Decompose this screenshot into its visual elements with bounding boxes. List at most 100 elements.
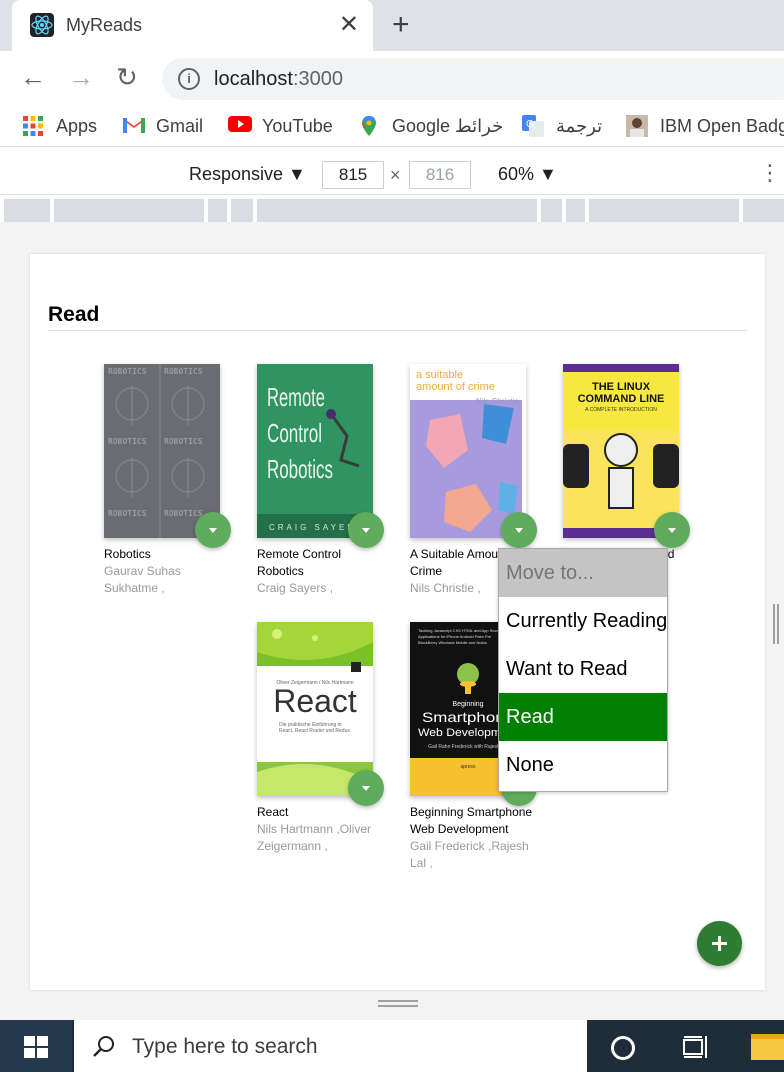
bookmarks-bar: Apps Gmail YouTube Google خرائط G ترجمة … — [0, 105, 784, 147]
menu-option-none[interactable]: None — [499, 741, 667, 789]
windows-taskbar: Type here to search — [0, 1020, 784, 1072]
ruler-segment[interactable] — [541, 199, 562, 222]
ibm-badge-icon — [626, 115, 648, 137]
tab-title: MyReads — [66, 15, 143, 35]
shelf-divider — [48, 330, 747, 331]
bookmark-ibm[interactable]: IBM Open Badg — [626, 113, 784, 139]
bookmark-label: IBM Open Badg — [660, 115, 784, 136]
bookmark-google-maps[interactable]: Google خرائط — [358, 113, 503, 139]
bookmark-label: Gmail — [156, 115, 204, 136]
youtube-icon — [228, 115, 252, 137]
svg-text:ROBOTICS: ROBOTICS — [164, 367, 203, 376]
ruler-segment[interactable] — [54, 199, 204, 222]
book-cover[interactable]: ROBOTICS ROBOTICS ROBOTICS ROBOTICS ROBOTI… — [104, 364, 220, 538]
svg-text:BlackBerry Windows Mobile and: BlackBerry Windows Mobile and Nokia — [418, 640, 487, 645]
windows-logo-icon — [24, 1036, 48, 1058]
menu-option-read[interactable]: Read — [499, 693, 667, 741]
media-query-ruler[interactable] — [0, 199, 784, 222]
back-icon[interactable]: ← — [20, 63, 46, 91]
svg-text:Remote: Remote — [267, 382, 325, 412]
taskbar-search-box[interactable]: Type here to search — [74, 1020, 587, 1072]
book-authors: Nils Hartmann ,Oliver Zeigermann , — [257, 822, 372, 853]
bookmark-label: ترجمة — [556, 115, 603, 136]
url-port: :3000 — [292, 68, 343, 90]
book-cover[interactable]: Oliver Zeigermann / Nils Hartmann React … — [257, 622, 373, 796]
tab-myreads[interactable]: MyReads ✕ — [12, 0, 373, 51]
close-icon[interactable]: ✕ — [339, 11, 359, 39]
add-book-button[interactable] — [697, 921, 742, 966]
shelf-changer-button[interactable] — [501, 512, 537, 548]
book-cover[interactable]: a suitable amount of crime Nils Christie — [410, 364, 526, 538]
svg-text:apress: apress — [460, 764, 476, 770]
ruler-segment[interactable] — [208, 199, 227, 222]
viewport-width-input[interactable]: 815 — [322, 161, 384, 189]
forward-icon[interactable]: → — [68, 63, 94, 91]
reload-icon[interactable]: ↻ — [116, 63, 138, 91]
apps-grid-icon — [22, 115, 44, 137]
svg-text:React: React — [273, 683, 357, 719]
svg-text:Beginning: Beginning — [452, 701, 483, 708]
ruler-segment[interactable] — [589, 199, 739, 222]
zoom-select[interactable]: 60% ▼ — [498, 164, 557, 185]
file-explorer-icon[interactable] — [751, 1034, 784, 1060]
google-maps-icon — [358, 115, 380, 137]
browser-toolbar: ← → ↻ i localhost:3000 — [0, 51, 784, 105]
book-robotics: ROBOTICS ROBOTICS ROBOTICS ROBOTICS ROBOTI… — [104, 364, 232, 604]
bookmark-label: Google خرائط — [392, 115, 504, 136]
shelf-changer-button[interactable] — [348, 512, 384, 548]
device-mode-select[interactable]: Responsive ▼ — [189, 164, 306, 185]
svg-text:Applications for iPhone Androi: Applications for iPhone Android Palm Pre — [418, 634, 492, 639]
shelf-select-menu[interactable]: Move to... Currently Reading Want to Rea… — [498, 548, 668, 792]
svg-text:Gail Rahn Frederick with Rajes: Gail Rahn Frederick with Rajesh Lal — [428, 744, 508, 750]
task-view-icon[interactable] — [683, 1036, 711, 1058]
cortana-icon[interactable] — [611, 1036, 635, 1060]
svg-text:ROBOTICS: ROBOTICS — [108, 509, 147, 518]
viewport-height-input[interactable]: 816 — [409, 161, 471, 189]
start-button[interactable] — [0, 1020, 72, 1072]
ruler-segment[interactable] — [566, 199, 585, 222]
bookmark-youtube[interactable]: YouTube — [228, 113, 333, 139]
svg-text:Nils Christie: Nils Christie — [476, 397, 519, 406]
shelf-changer-button[interactable] — [348, 770, 384, 806]
ruler-segment[interactable] — [231, 199, 253, 222]
svg-text:Tackling Javascript CSS HTML a: Tackling Javascript CSS HTML and App Sto… — [418, 628, 500, 633]
new-tab-button[interactable]: + — [392, 10, 410, 40]
shelf-changer-button[interactable] — [195, 512, 231, 548]
menu-option-currently-reading[interactable]: Currently Reading — [499, 597, 667, 645]
more-options-icon[interactable]: ⋮ — [759, 162, 781, 184]
svg-text:A COMPLETE INTRODUCTION: A COMPLETE INTRODUCTION — [585, 407, 657, 413]
ruler-segment[interactable] — [257, 199, 537, 222]
google-translate-icon: G — [522, 115, 544, 137]
bookmark-apps[interactable]: Apps — [22, 113, 97, 139]
menu-option-want-to-read[interactable]: Want to Read — [499, 645, 667, 693]
svg-text:G: G — [526, 119, 534, 130]
bookmark-translate[interactable]: G ترجمة — [522, 113, 602, 139]
ruler-segment[interactable] — [4, 199, 50, 222]
svg-text:COMMAND LINE: COMMAND LINE — [578, 393, 665, 405]
svg-text:Robotics: Robotics — [267, 454, 333, 484]
bottom-resize-handle[interactable] — [378, 1000, 418, 1010]
svg-text:ROBOTICS: ROBOTICS — [164, 509, 203, 518]
book-linux-command-line: THE LINUX COMMAND LINE A COMPLETE INTROD… — [563, 364, 691, 578]
tab-strip: MyReads ✕ + — [0, 0, 784, 51]
search-icon — [92, 1034, 116, 1058]
right-resize-handle[interactable] — [773, 604, 781, 644]
shelf-changer-button[interactable] — [654, 512, 690, 548]
svg-text:ROBOTICS: ROBOTICS — [108, 367, 147, 376]
device-toolbar: Responsive ▼ 815 × 816 60% ▼ ⋮ — [0, 155, 784, 195]
url-text[interactable]: localhost:3000 — [214, 68, 343, 91]
bookmark-label: Apps — [56, 115, 98, 136]
address-bar[interactable]: i localhost:3000 — [162, 58, 784, 100]
svg-text:Control: Control — [267, 418, 322, 448]
book-cover[interactable]: Remote Control Robotics CRAIG SAYERS — [257, 364, 373, 538]
dimension-separator: × — [390, 165, 401, 185]
book-authors: Gaurav Suhas Sukhatme , — [104, 564, 181, 595]
book-title: Robotics — [104, 547, 151, 561]
book-cover[interactable]: THE LINUX COMMAND LINE A COMPLETE INTROD… — [563, 364, 679, 538]
svg-text:ROBOTICS: ROBOTICS — [164, 437, 203, 446]
info-icon[interactable]: i — [178, 68, 200, 90]
bookmark-gmail[interactable]: Gmail — [122, 113, 203, 139]
svg-text:React, React Router und Redux: React, React Router und Redux — [279, 728, 350, 734]
ruler-segment[interactable] — [743, 199, 784, 222]
book-title: React — [257, 805, 289, 819]
